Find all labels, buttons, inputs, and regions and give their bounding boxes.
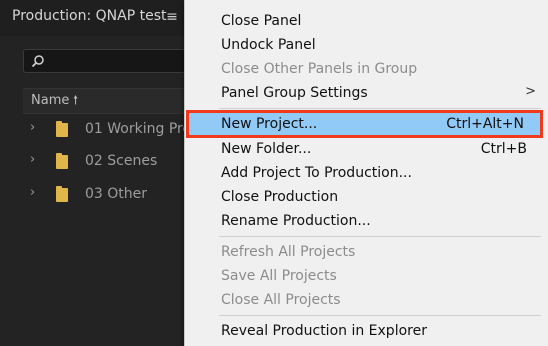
- menu-separator: [219, 236, 541, 237]
- menu-item-panel-group-settings[interactable]: Panel Group Settings >: [185, 82, 548, 106]
- menu-item-label: Close Production: [221, 189, 339, 205]
- menu-separator: [219, 108, 541, 109]
- list-item-label: 01 Working Pro: [85, 121, 192, 137]
- menu-item-label: New Folder...: [221, 141, 312, 157]
- search-icon: [31, 55, 44, 68]
- menu-item-label: Close Other Panels in Group: [221, 61, 418, 77]
- menu-item-close-all-projects: Close All Projects: [185, 289, 548, 313]
- column-name-header[interactable]: Name: [31, 93, 69, 108]
- menu-item-reveal-in-explorer[interactable]: Reveal Production in Explorer: [185, 320, 548, 344]
- menu-item-close-panel[interactable]: Close Panel: [185, 10, 548, 34]
- menu-separator: [219, 315, 541, 316]
- panel-title: Production: QNAP test: [12, 8, 167, 24]
- submenu-arrow-icon: >: [525, 84, 536, 99]
- menu-item-close-other-panels: Close Other Panels in Group: [185, 58, 548, 82]
- menu-item-label: Add Project To Production...: [221, 165, 412, 181]
- menu-item-label: Close All Projects: [221, 292, 341, 308]
- sort-ascending-icon: 🠕: [73, 93, 79, 107]
- menu-item-label: Rename Production...: [221, 213, 371, 229]
- menu-item-label: Reveal Production in Explorer: [221, 323, 427, 339]
- annotation-highlight-box: [186, 110, 543, 138]
- folder-icon: [56, 153, 68, 169]
- menu-item-save-all-projects: Save All Projects: [185, 265, 548, 289]
- menu-item-refresh-all-projects: Refresh All Projects: [185, 241, 548, 265]
- menu-item-label: Save All Projects: [221, 268, 337, 284]
- menu-item-undock-panel[interactable]: Undock Panel: [185, 34, 548, 58]
- menu-item-close-production[interactable]: Close Production: [185, 186, 548, 210]
- menu-item-label: Undock Panel: [221, 37, 316, 53]
- list-item-label: 02 Scenes: [85, 153, 158, 169]
- chevron-right-icon[interactable]: ›: [30, 185, 35, 200]
- menu-item-rename-production[interactable]: Rename Production...: [185, 210, 548, 234]
- list-item[interactable]: › 01 Working Pro: [23, 118, 193, 142]
- menu-item-label: Close Panel: [221, 13, 302, 29]
- list-item[interactable]: › 02 Scenes: [23, 150, 193, 174]
- chevron-right-icon[interactable]: ›: [30, 120, 35, 135]
- menu-item-shortcut: Ctrl+B: [480, 141, 527, 157]
- context-menu: Close Panel Undock Panel Close Other Pan…: [184, 0, 548, 346]
- folder-icon: [56, 121, 68, 137]
- list-item[interactable]: › 03 Other: [23, 183, 193, 207]
- menu-item-label: Refresh All Projects: [221, 244, 356, 260]
- menu-item-label: Panel Group Settings: [221, 85, 368, 101]
- panel-menu-button[interactable]: ≡: [163, 8, 181, 26]
- menu-item-new-folder[interactable]: New Folder... Ctrl+B: [185, 138, 548, 162]
- folder-icon: [56, 186, 68, 202]
- list-item-label: 03 Other: [85, 186, 148, 202]
- chevron-right-icon[interactable]: ›: [30, 152, 35, 167]
- menu-item-add-project[interactable]: Add Project To Production...: [185, 162, 548, 186]
